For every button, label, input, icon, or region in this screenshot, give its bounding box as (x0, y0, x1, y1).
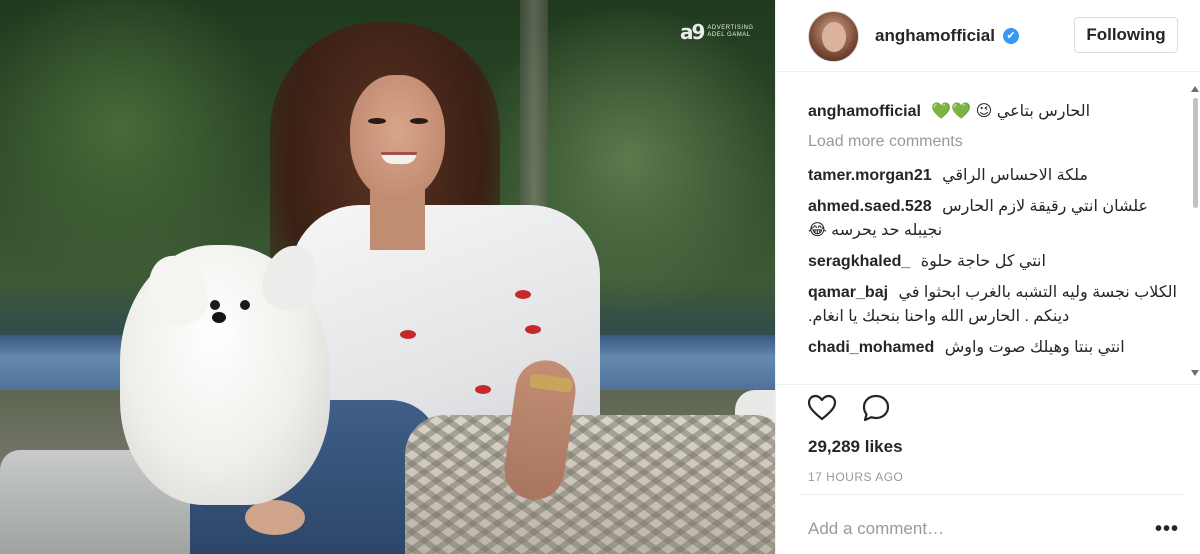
comment-username[interactable]: ahmed.saed.528 (808, 198, 932, 215)
green-heart-icon: 💚💚 (931, 103, 972, 120)
verified-badge-icon: ✔ (1003, 28, 1019, 44)
add-comment-input[interactable] (808, 519, 1128, 539)
woman-eye (410, 118, 428, 124)
add-comment-bar: ••• (800, 494, 1185, 554)
shirt-pattern (525, 325, 541, 334)
likes-count[interactable]: 29,289 likes (808, 437, 903, 457)
dog-eye (240, 300, 250, 310)
watermark-line: Adel Gamal (707, 32, 751, 38)
shirt-pattern (475, 385, 491, 394)
avatar[interactable] (808, 11, 859, 62)
watermark-line: Advertising (707, 25, 754, 31)
comment-username[interactable]: qamar_baj (808, 284, 888, 301)
comment-item: tamer.morgan21 ملكة الاحساس الراقي (808, 164, 1178, 188)
comment-item: qamar_baj الكلاب نجسة وليه التشبه بالغرب… (808, 281, 1178, 329)
scroll-thumb[interactable] (1193, 98, 1198, 208)
dog-nose (212, 312, 226, 323)
caption-text: الحارس بتاعي 😉 (975, 103, 1091, 120)
watermark-text: Advertising Adel Gamal (707, 25, 753, 39)
post-caption: anghamofficial 💚💚 الحارس بتاعي 😉 (808, 100, 1178, 124)
background-foliage (0, 0, 280, 280)
post-actions (806, 392, 892, 426)
caption-username[interactable]: anghamofficial (808, 103, 921, 120)
comments-scrollbar[interactable] (1191, 86, 1199, 376)
comment-text: انتي كل حاجة حلوة (920, 253, 1046, 270)
scroll-up-arrow-icon[interactable] (1191, 86, 1199, 92)
photographer-watermark: a9 Advertising Adel Gamal (680, 20, 754, 44)
scroll-down-arrow-icon[interactable] (1191, 370, 1199, 376)
following-button[interactable]: Following (1074, 17, 1178, 53)
like-heart-icon[interactable] (806, 392, 838, 424)
comment-username[interactable]: seragkhaled_ (808, 253, 910, 270)
shirt-pattern (400, 330, 416, 339)
woman-eye (368, 118, 386, 124)
load-more-comments-link[interactable]: Load more comments (808, 130, 1178, 154)
comment-item: ahmed.saed.528 علشان انتي رقيقة لازم الح… (808, 195, 1178, 243)
comment-text: انتي بنتا وهيلك صوت واوش (944, 339, 1125, 356)
comment-text: ملكة الاحساس الراقي (942, 167, 1088, 184)
watermark-logo: a9 (680, 20, 705, 44)
shirt-pattern (515, 290, 531, 299)
comments-section[interactable]: anghamofficial 💚💚 الحارس بتاعي 😉 Load mo… (776, 72, 1200, 385)
post-photo[interactable]: a9 Advertising Adel Gamal (0, 0, 775, 554)
post-sidebar: anghamofficial ✔ Following anghamofficia… (775, 0, 1200, 554)
wicker-chair (405, 415, 775, 554)
dog-eye (210, 300, 220, 310)
comment-username[interactable]: tamer.morgan21 (808, 167, 932, 184)
post-timestamp[interactable]: 17 hours ago (808, 470, 903, 484)
post-header: anghamofficial ✔ Following (776, 0, 1200, 72)
profile-username[interactable]: anghamofficial (875, 26, 995, 46)
comment-username[interactable]: chadi_mohamed (808, 339, 934, 356)
comment-bubble-icon[interactable] (860, 392, 892, 424)
comments-list: anghamofficial 💚💚 الحارس بتاعي 😉 Load mo… (808, 100, 1178, 367)
jeans-rip (245, 500, 305, 535)
more-options-icon[interactable]: ••• (1155, 519, 1179, 539)
woman-face (350, 75, 445, 200)
comment-item: seragkhaled_ انتي كل حاجة حلوة (808, 250, 1178, 274)
comment-item: chadi_mohamed انتي بنتا وهيلك صوت واوش (808, 336, 1178, 360)
